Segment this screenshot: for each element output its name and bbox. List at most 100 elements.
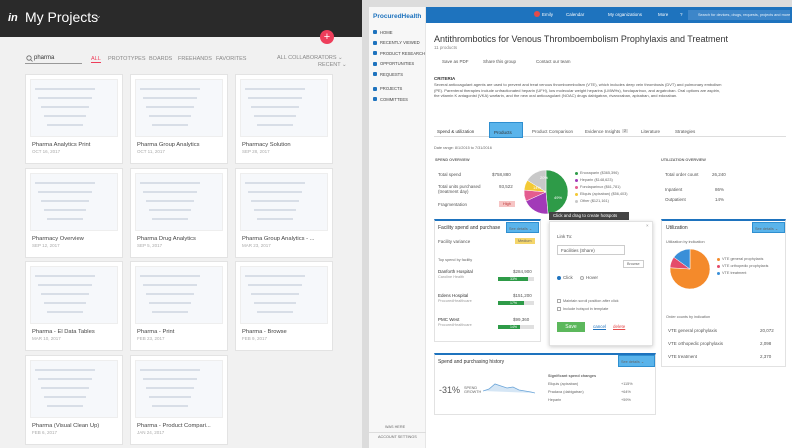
contact-team-link[interactable]: Contact our team [536, 59, 571, 64]
share-group-link[interactable]: Share this group [483, 59, 516, 64]
cancel-link[interactable]: cancel [593, 324, 606, 329]
facility-name[interactable]: Edens Hospital [438, 293, 468, 298]
include-template-checkbox[interactable] [557, 307, 561, 311]
tab-freehands[interactable]: FREEHANDS [178, 56, 212, 62]
sidebar-item[interactable]: OPPORTUNITIES [380, 61, 414, 66]
facility-name[interactable]: Danforth Hospital [438, 269, 473, 274]
project-card[interactable]: Pharmacy Solution SEP 28, 2017 [235, 74, 333, 164]
project-thumbnail[interactable] [240, 173, 328, 231]
total-spend-value: $758,880 [492, 172, 511, 177]
project-card[interactable]: Pharmacy Overview SEP 12, 2017 [25, 168, 123, 258]
tab-products[interactable]: Products [489, 122, 523, 138]
procured-app: ProcuredHealth WAS HERE ACCOUNT SETTINGS… [369, 7, 792, 448]
order-count-label: Total order count [665, 172, 699, 177]
sidebar-item[interactable]: PROJECTS [380, 86, 402, 91]
app-logo[interactable]: in [8, 12, 18, 24]
spend-sparkline [483, 383, 535, 394]
sidebar-item[interactable]: HOME [380, 30, 393, 35]
legend-swatch [717, 258, 720, 261]
tab-spend[interactable]: Spend & utilization [437, 129, 474, 134]
tab-all[interactable]: ALL [91, 56, 101, 63]
project-title: Pharma Group Analytics [137, 142, 200, 148]
thumbnail-line [149, 396, 191, 398]
top-bar: Emily Calendar My organizations More ? S… [426, 7, 792, 23]
sidebar-item[interactable]: COMMITTEES [380, 97, 408, 102]
facility-sub: Caroline Health [438, 275, 465, 279]
organizations-menu[interactable]: My organizations [608, 12, 642, 17]
project-card[interactable]: Pharma (Visual Clean Up) FEB 6, 2017 [25, 355, 123, 445]
close-icon[interactable]: × [646, 223, 649, 228]
sidebar-footer-link[interactable]: WAS HERE [385, 425, 405, 429]
tab-evidence[interactable]: Evidence Insights [585, 129, 620, 134]
order-count-value: 26,240 [712, 172, 726, 177]
facility-variance-label: Facility variance [438, 239, 471, 244]
hover-radio[interactable] [580, 276, 584, 280]
tab-boards[interactable]: BOARDS [149, 56, 172, 62]
project-card[interactable]: Pharma Analytics Print OCT 16, 2017 [25, 74, 123, 164]
account-settings-link[interactable]: ACCOUNT SETTINGS [378, 435, 417, 439]
browse-button[interactable]: Browse [623, 260, 644, 268]
save-pdf-link[interactable]: Save as PDF [442, 59, 469, 64]
tab-product-comparison[interactable]: Product Comparison [532, 129, 573, 134]
global-search-input[interactable]: Search for devices, drugs, requests, pro… [688, 10, 790, 20]
thumbnail-line [149, 115, 191, 117]
thumbnail-line [140, 182, 200, 184]
project-card[interactable]: Pharma - El Data Tables MAR 10, 2017 [25, 261, 123, 351]
project-card[interactable]: Pharma - Print FEB 23, 2017 [130, 261, 228, 351]
project-thumbnail[interactable] [240, 79, 328, 137]
tab-prototypes[interactable]: PROTOTYPES [108, 56, 146, 62]
project-card[interactable]: Pharma Drug Analytics SEP 5, 2017 [130, 168, 228, 258]
project-thumbnail[interactable] [30, 79, 118, 137]
notification-badge [534, 11, 540, 17]
save-button[interactable]: Save [557, 322, 585, 332]
thumbnail-line [248, 97, 302, 99]
thumbnail-line [152, 311, 188, 313]
utilization-see-details[interactable]: See details ⌄ [752, 222, 785, 233]
facility-name[interactable]: PMC West [438, 317, 459, 322]
change-value: +64% [621, 390, 631, 394]
pie-label: 49% [554, 195, 562, 200]
filter-sort[interactable]: RECENT ⌄ [318, 62, 347, 68]
project-thumbnail[interactable] [135, 79, 223, 137]
project-date: MAR 10, 2017 [32, 336, 61, 341]
project-thumbnail[interactable] [30, 173, 118, 231]
project-thumbnail[interactable] [135, 173, 223, 231]
search-icon [26, 55, 33, 62]
facility-see-details[interactable]: See details ⌄ [506, 222, 539, 233]
new-project-button[interactable]: + [320, 30, 334, 44]
sidebar-item[interactable]: RECENTLY VIEWED [380, 40, 420, 45]
more-menu[interactable]: More [658, 12, 668, 17]
thumbnail-line [251, 200, 299, 202]
project-card[interactable]: Pharma Group Analytics - ... MAR 23, 2017 [235, 168, 333, 258]
tab-literature[interactable]: Literature [641, 129, 660, 134]
calendar-link[interactable]: Calendar [566, 12, 584, 17]
tab-strategies[interactable]: Strategies [675, 129, 695, 134]
delete-link[interactable]: delete [613, 324, 625, 329]
brand-logo[interactable]: ProcuredHealth [373, 13, 421, 20]
sidebar-item[interactable]: PRODUCT RESEARCH [380, 51, 425, 56]
tab-favorites[interactable]: FAVORITES [216, 56, 246, 62]
project-thumbnail[interactable] [30, 266, 118, 324]
project-title: Pharma (Visual Clean Up) [32, 423, 100, 429]
project-thumbnail[interactable] [135, 360, 223, 418]
history-see-details[interactable]: See details ⌄ [618, 355, 655, 367]
project-thumbnail[interactable] [30, 360, 118, 418]
link-target-select[interactable]: Facilities (Share) [557, 245, 625, 255]
sidebar-item[interactable]: REQUESTS [380, 72, 403, 77]
page-title[interactable]: My Projects [25, 9, 98, 25]
maintain-scroll-checkbox[interactable] [557, 299, 561, 303]
help-icon[interactable]: ? [680, 12, 683, 17]
search-input[interactable]: pharma [25, 53, 82, 64]
title-caret-icon[interactable]: ⌄ [95, 11, 102, 20]
project-card[interactable]: Pharma - Browse FEB 9, 2017 [235, 261, 333, 351]
project-card[interactable]: Pharma Group Analytics OCT 11, 2017 [130, 74, 228, 164]
filter-collaborators[interactable]: ALL COLLABORATORS ⌄ [277, 55, 343, 61]
nav-icon [373, 51, 377, 55]
project-thumbnail[interactable] [135, 266, 223, 324]
project-thumbnail[interactable] [240, 266, 328, 324]
project-card[interactable]: Pharma - Product Compari... JAN 24, 2017 [130, 355, 228, 445]
user-menu[interactable]: Emily [542, 12, 553, 17]
project-title: Pharma - Product Compari... [137, 423, 211, 429]
click-radio[interactable] [557, 276, 561, 280]
thumbnail-line [143, 378, 197, 380]
